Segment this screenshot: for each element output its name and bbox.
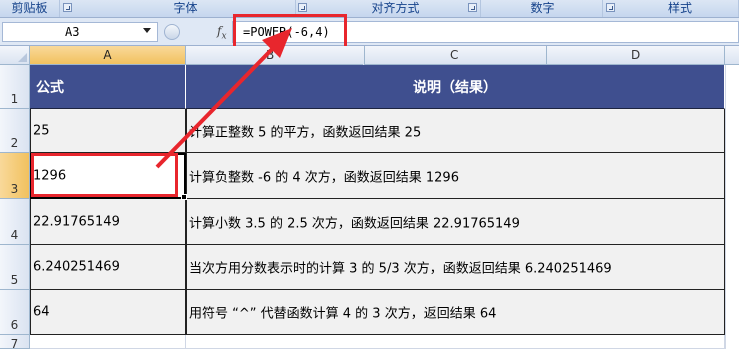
row-header-1[interactable]: 1 bbox=[0, 65, 30, 109]
ribbon-group-styles[interactable]: 样式 bbox=[622, 0, 739, 17]
column-label-d: D bbox=[631, 48, 641, 62]
dialog-launcher-icon[interactable] bbox=[63, 3, 72, 12]
cell-a1[interactable]: 公式 bbox=[30, 65, 186, 109]
formula-bar-resize-handle[interactable] bbox=[162, 23, 206, 41]
row-header-6[interactable]: 6 bbox=[0, 290, 30, 335]
ribbon-group-label: 样式 bbox=[667, 1, 692, 15]
cell-a6[interactable]: 64 bbox=[30, 290, 186, 335]
row-label: 3 bbox=[10, 182, 19, 196]
cell-a5[interactable]: 6.240251469 bbox=[30, 245, 186, 290]
dialog-launcher-icon[interactable] bbox=[606, 3, 615, 12]
cell-a7[interactable] bbox=[30, 335, 186, 349]
cell-b1[interactable]: 说明（结果） bbox=[186, 65, 725, 109]
cell-b4[interactable]: 计算小数 3.5 的 2.5 次方，函数返回结果 22.91765149 bbox=[186, 199, 725, 245]
formula-bar: A3 fx =POWER(-6,4) bbox=[0, 18, 739, 46]
cell-b2[interactable]: 计算正整数 5 的平方，函数返回结果 25 bbox=[186, 109, 725, 153]
row-label: 7 bbox=[10, 337, 19, 349]
column-header-e[interactable] bbox=[724, 46, 739, 65]
formula-result: 25 bbox=[33, 123, 50, 138]
fx-icon[interactable]: fx bbox=[217, 24, 227, 41]
description-text: 用符号 “^” 代替函数计算 4 的 3 次方，返回结果 64 bbox=[189, 306, 497, 322]
name-box[interactable]: A3 bbox=[2, 22, 158, 42]
chevron-down-icon[interactable] bbox=[143, 28, 151, 33]
description-text: 计算负整数 -6 的 4 次方，函数返回结果 1296 bbox=[189, 170, 459, 185]
row-header-5[interactable]: 5 bbox=[0, 245, 30, 290]
column-label-c: C bbox=[450, 48, 459, 62]
dialog-launcher-icon[interactable] bbox=[468, 3, 477, 12]
row-label: 2 bbox=[10, 136, 19, 150]
cell-a4[interactable]: 22.91765149 bbox=[30, 199, 186, 245]
name-box-value: A3 bbox=[65, 25, 80, 39]
cell-b3[interactable]: 计算负整数 -6 的 4 次方，函数返回结果 1296 bbox=[186, 153, 725, 199]
header-formula-label: 公式 bbox=[36, 79, 64, 96]
cell-b5[interactable]: 当次方用分数表示时的计算 3 的 5/3 次方，函数返回结果 6.2402514… bbox=[186, 245, 725, 290]
column-divider bbox=[546, 46, 547, 65]
select-all-button[interactable] bbox=[0, 46, 30, 65]
column-header-a[interactable]: A bbox=[30, 46, 186, 65]
row-label: 6 bbox=[10, 318, 19, 332]
cell-highlight-box bbox=[31, 153, 178, 197]
fill-handle[interactable] bbox=[181, 194, 187, 200]
row-label: 4 bbox=[10, 228, 19, 242]
ribbon-group-label: 剪贴板 bbox=[11, 1, 48, 15]
column-divider bbox=[364, 46, 365, 65]
column-label-b: B bbox=[266, 48, 275, 62]
row-header-7[interactable]: 7 bbox=[0, 335, 30, 349]
description-text: 当次方用分数表示时的计算 3 的 5/3 次方，函数返回结果 6.2402514… bbox=[189, 261, 612, 277]
formula-result: 6.240251469 bbox=[33, 259, 120, 275]
dialog-launcher-icon[interactable] bbox=[298, 3, 307, 12]
cell-column-e[interactable] bbox=[725, 65, 739, 349]
header-description-label: 说明（结果） bbox=[413, 79, 497, 96]
formula-result: 64 bbox=[33, 304, 50, 320]
row-label: 1 bbox=[10, 92, 19, 106]
ribbon-group-clipboard[interactable]: 剪贴板 bbox=[0, 0, 60, 17]
ribbon-group-label: 对齐方式 bbox=[371, 1, 420, 15]
cell-b6[interactable]: 用符号 “^” 代替函数计算 4 的 3 次方，返回结果 64 bbox=[186, 290, 725, 335]
cell-b7[interactable] bbox=[186, 335, 725, 349]
ribbon-group-bar: 剪贴板 字体 对齐方式 数字 样式 bbox=[0, 0, 739, 18]
cell-a2[interactable]: 25 bbox=[30, 109, 186, 153]
description-text: 计算小数 3.5 的 2.5 次方，函数返回结果 22.91765149 bbox=[189, 216, 520, 231]
row-header-3[interactable]: 3 bbox=[0, 153, 30, 199]
ribbon-group-number[interactable]: 数字 bbox=[483, 0, 603, 17]
formula-highlight-box bbox=[233, 14, 347, 50]
row-header-2[interactable]: 2 bbox=[0, 109, 30, 153]
column-label: A bbox=[103, 48, 112, 62]
ribbon-group-label: 数字 bbox=[530, 1, 555, 15]
row-header-4[interactable]: 4 bbox=[0, 199, 30, 245]
row-label: 5 bbox=[10, 273, 19, 287]
ribbon-group-label: 字体 bbox=[173, 1, 198, 15]
description-text: 计算正整数 5 的平方，函数返回结果 25 bbox=[189, 125, 422, 140]
formula-result: 22.91765149 bbox=[33, 214, 120, 229]
